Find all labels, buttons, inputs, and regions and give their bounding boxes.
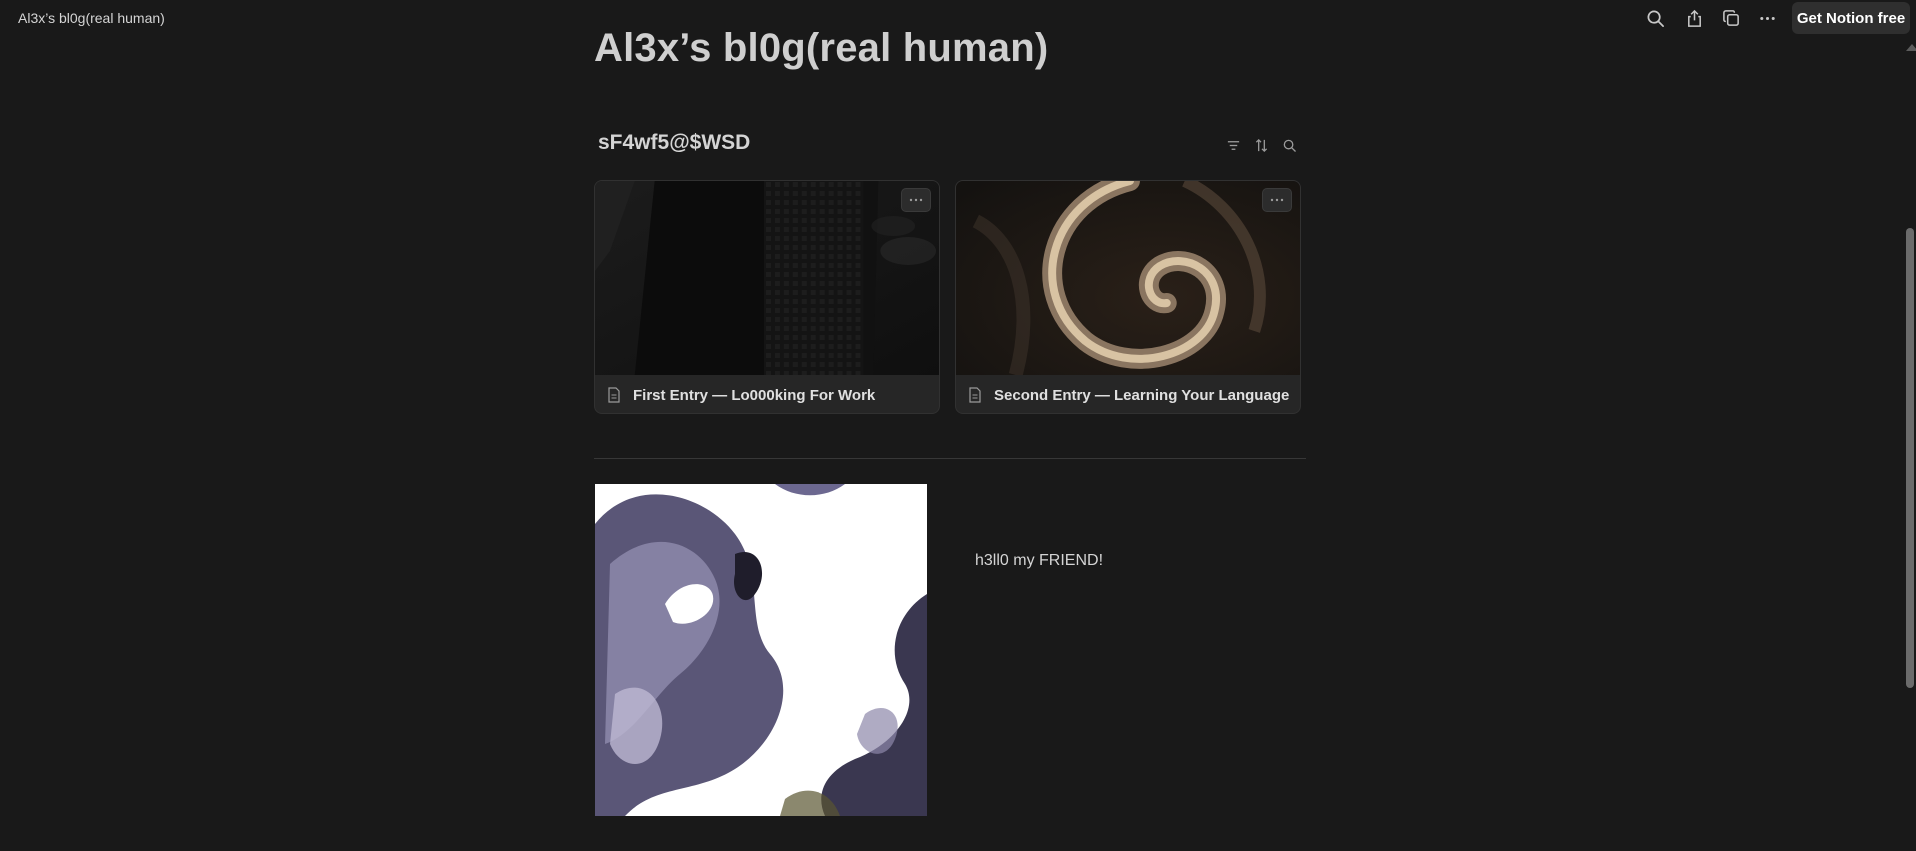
share-icon[interactable]: [1680, 5, 1708, 31]
card-title[interactable]: First Entry — Lo000king For Work: [633, 387, 875, 404]
page-icon: [607, 386, 623, 404]
card-footer: Second Entry — Learning Your Language: [956, 375, 1300, 413]
card-more-button[interactable]: [901, 188, 931, 212]
card-cover-image: [956, 181, 1300, 375]
database-title[interactable]: sF4wf5@$WSD: [598, 131, 750, 155]
scroll-up-arrow-icon[interactable]: [1906, 44, 1916, 51]
card-cover-image: [595, 181, 939, 375]
search-icon[interactable]: [1641, 5, 1669, 31]
card-footer: First Entry — Lo000king For Work: [595, 375, 939, 413]
divider: [594, 458, 1306, 459]
card-title[interactable]: Second Entry — Learning Your Language: [994, 387, 1289, 404]
scrollbar-thumb[interactable]: [1906, 228, 1914, 688]
more-icon[interactable]: [1753, 5, 1781, 31]
page-icon: [968, 386, 984, 404]
database-search-icon[interactable]: [1278, 134, 1300, 156]
get-notion-free-button[interactable]: Get Notion free: [1792, 2, 1910, 34]
page-title[interactable]: Al3x’s bl0g(real human): [594, 26, 1048, 71]
abstract-liquid-image[interactable]: [595, 484, 927, 816]
gallery-card-first-entry[interactable]: First Entry — Lo000king For Work: [594, 180, 940, 414]
duplicate-icon[interactable]: [1717, 5, 1745, 31]
greeting-text[interactable]: h3ll0 my FRIEND!: [975, 552, 1103, 570]
sort-icon[interactable]: [1250, 134, 1272, 156]
breadcrumb[interactable]: Al3x’s bl0g(real human): [18, 10, 165, 26]
gallery-card-second-entry[interactable]: Second Entry — Learning Your Language: [955, 180, 1301, 414]
card-more-button[interactable]: [1262, 188, 1292, 212]
filter-icon[interactable]: [1222, 134, 1244, 156]
